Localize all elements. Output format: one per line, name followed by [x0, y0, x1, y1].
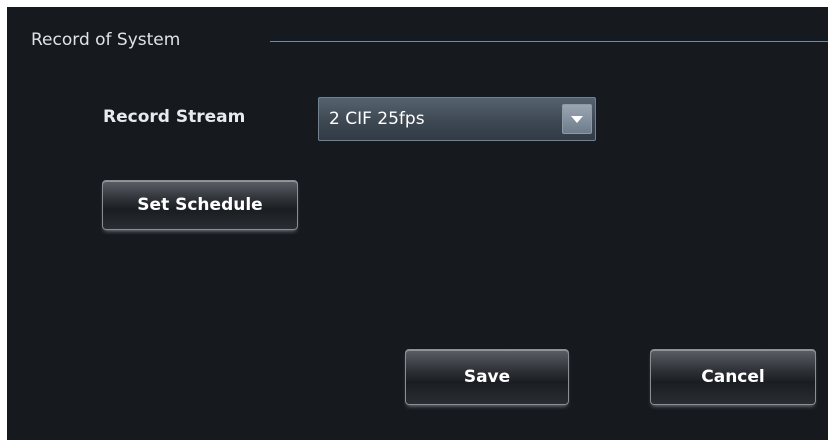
save-button[interactable]: Save: [405, 349, 569, 405]
cancel-button[interactable]: Cancel: [650, 349, 816, 405]
section-divider: [270, 41, 828, 42]
section-title: Record of System: [31, 30, 181, 50]
record-stream-select[interactable]: 2 CIF 25fps: [318, 97, 596, 141]
record-stream-value: 2 CIF 25fps: [329, 109, 425, 129]
chevron-down-icon[interactable]: [562, 104, 592, 134]
record-stream-label: Record Stream: [103, 107, 246, 127]
set-schedule-button[interactable]: Set Schedule: [102, 180, 298, 230]
